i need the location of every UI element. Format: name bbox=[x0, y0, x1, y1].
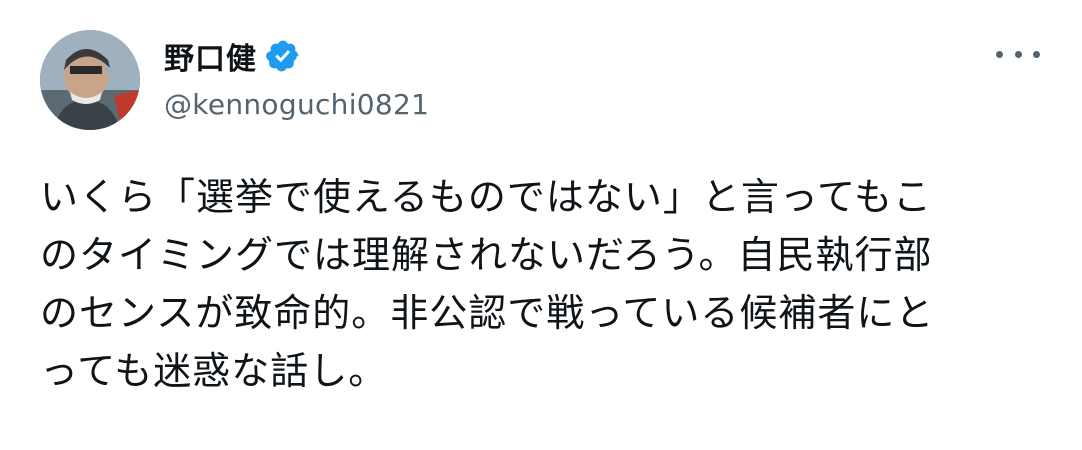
tweet-text-line: いくら「選挙で使えるものではない」と言ってもこ bbox=[40, 175, 933, 219]
more-icon[interactable] bbox=[996, 38, 1040, 70]
more-dot bbox=[996, 50, 1003, 58]
tweet-text: いくら「選挙で使えるものではない」と言ってもこ のタイミングでは理解されないだろ… bbox=[40, 168, 1040, 400]
tweet-card: 野口健 @kennoguchi0821 いくら「選挙で使えるものではない」と言っ… bbox=[0, 0, 1082, 450]
more-dot bbox=[1014, 50, 1022, 58]
tweet-text-line: っても迷惑な話し。 bbox=[40, 349, 388, 393]
avatar-photo bbox=[40, 30, 140, 130]
tweet-text-line: のセンスが致命的。非公認で戦っている候補者にと bbox=[40, 291, 935, 335]
author-row: 野口健 bbox=[164, 34, 301, 78]
user-handle[interactable]: @kennoguchi0821 bbox=[164, 88, 429, 121]
tweet-text-line: のタイミングでは理解されないだろう。自民執行部 bbox=[40, 233, 933, 277]
display-name[interactable]: 野口健 bbox=[164, 34, 257, 78]
more-dot bbox=[1033, 50, 1040, 58]
verified-badge-icon bbox=[265, 38, 301, 74]
avatar[interactable] bbox=[40, 30, 140, 130]
